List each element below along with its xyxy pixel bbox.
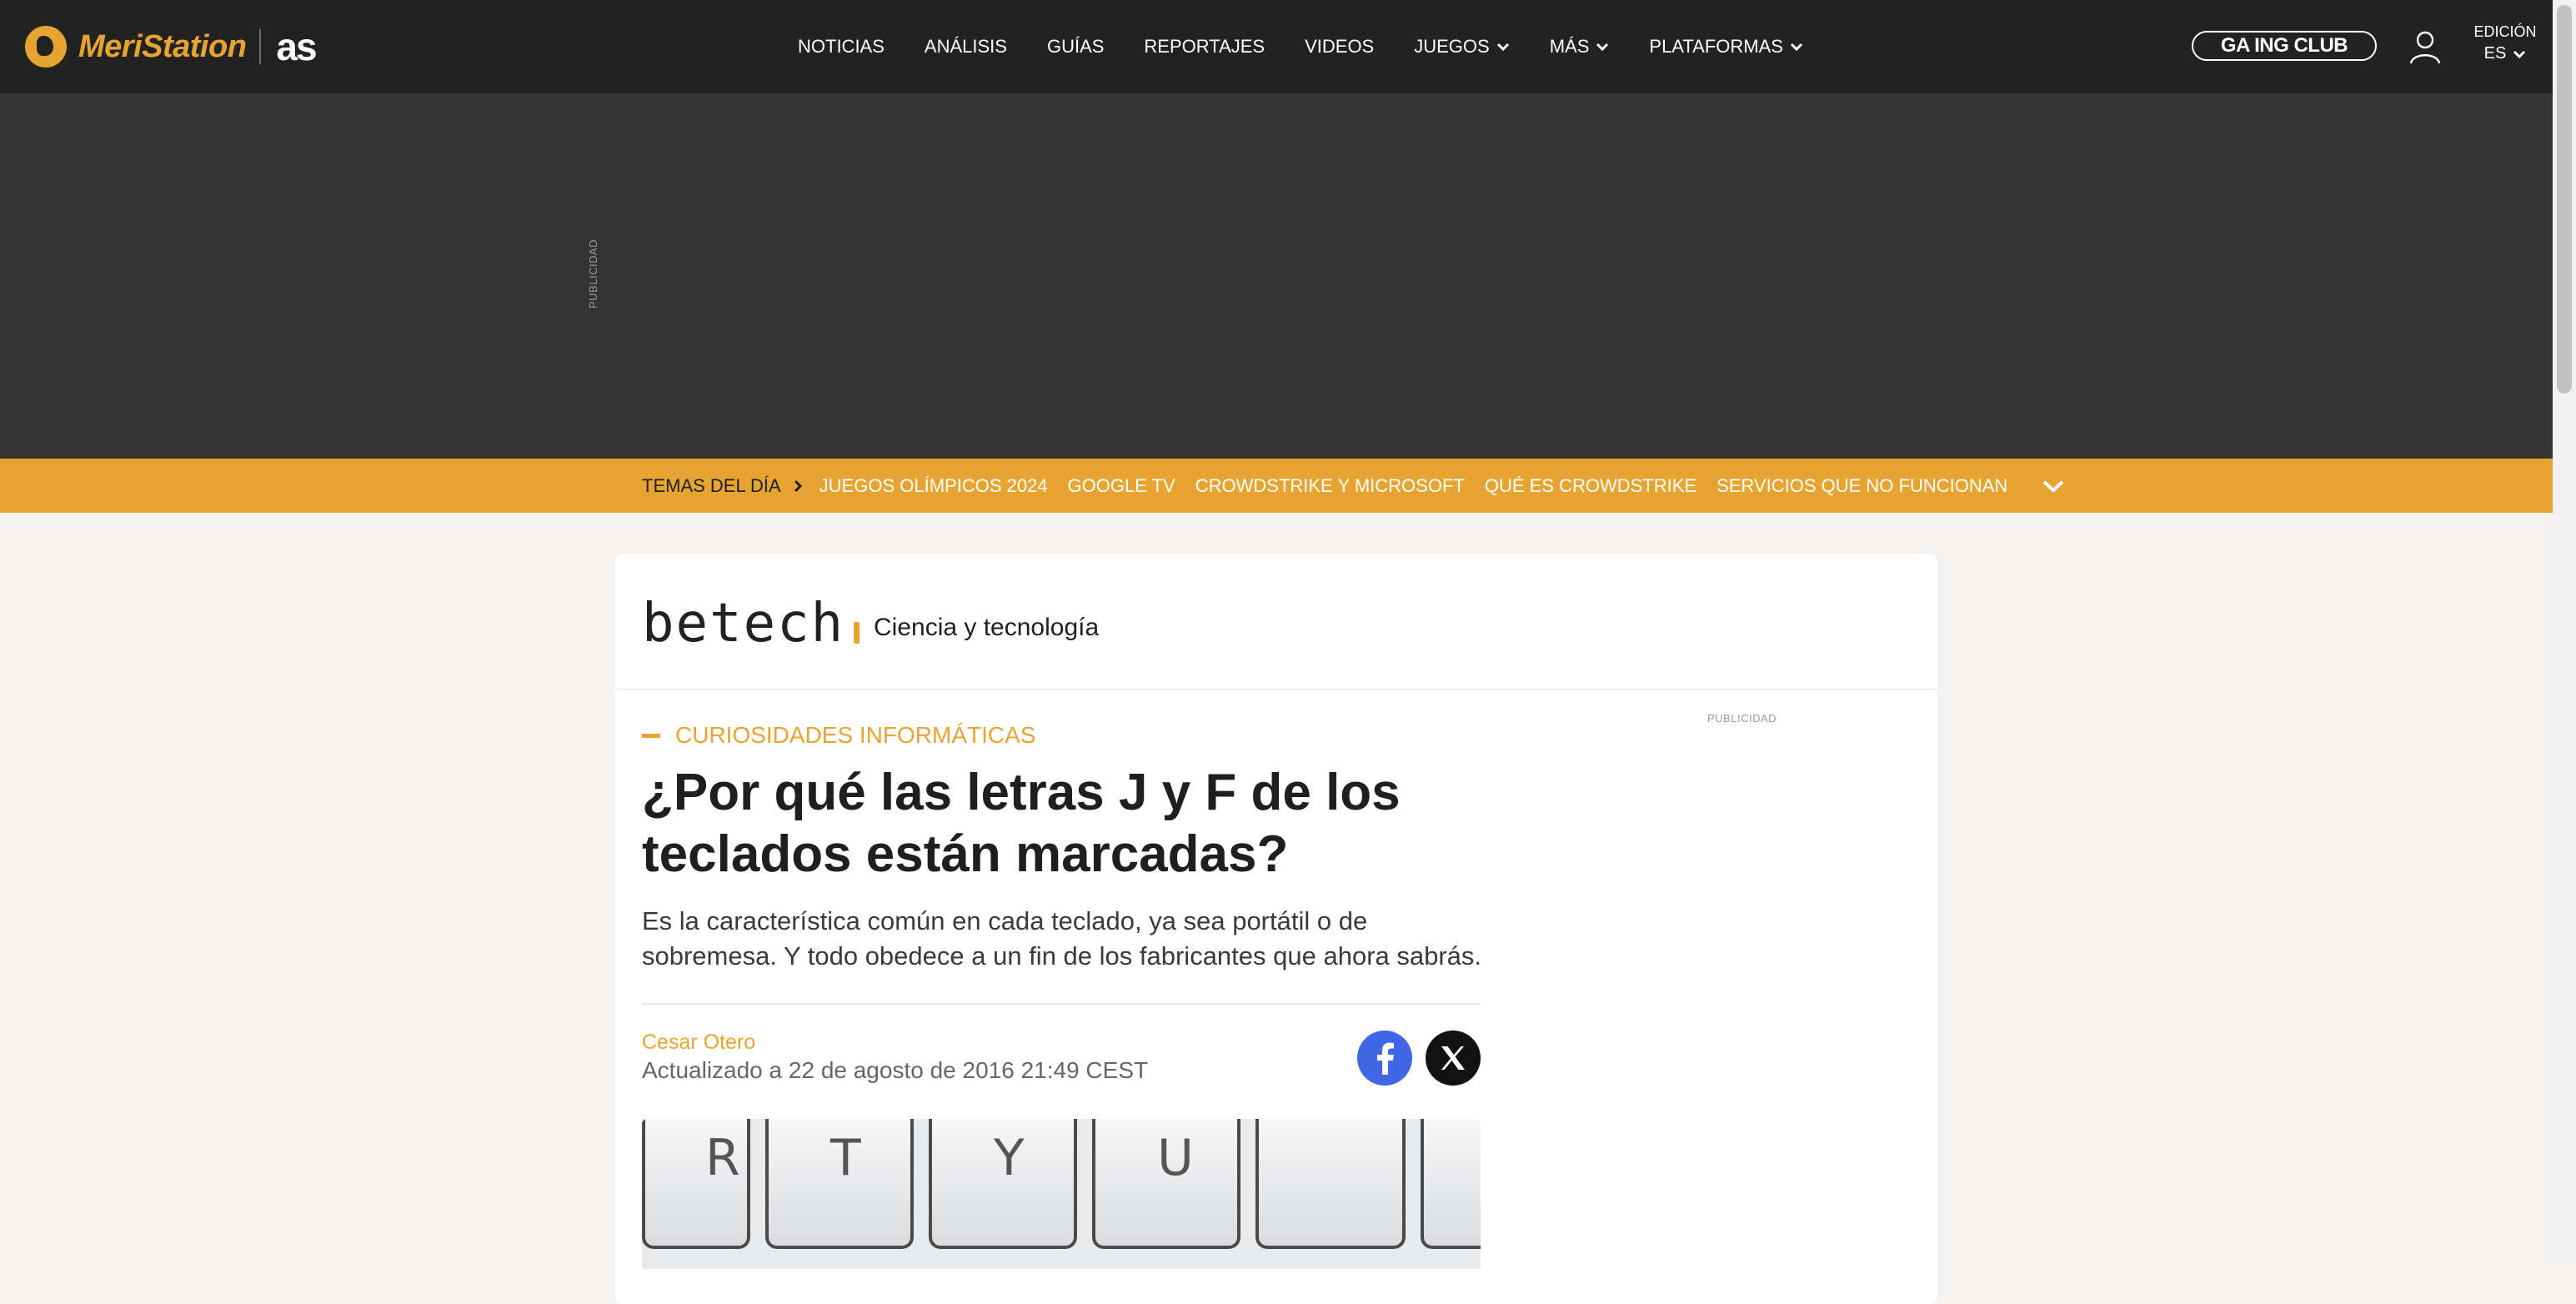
nav-label: PLATAFORMAS <box>1649 36 1783 57</box>
article-title: ¿Por qué las letras J y F de los teclado… <box>642 764 1401 883</box>
topic-link[interactable]: QUÉ ES CROWDSTRIKE <box>1485 475 1696 497</box>
updated-timestamp: Actualizado a 22 de agosto de 2016 21:49… <box>642 1057 1149 1083</box>
ad-label: PUBLICIDAD <box>587 238 599 308</box>
user-icon[interactable] <box>2407 28 2443 65</box>
nav-label: GUÍAS <box>1046 36 1105 57</box>
nav-label: NOTICIAS <box>798 36 885 57</box>
nav-juegos[interactable]: JUEGOS <box>1414 36 1509 58</box>
x-icon <box>1441 1046 1465 1070</box>
keyboard-key <box>1421 1119 1481 1249</box>
nav-noticias[interactable]: NOTICIAS <box>798 36 885 58</box>
main-nav: NOTICIAS ANÁLISIS GUÍAS REPORTAJES VIDEO… <box>798 0 1803 93</box>
logo-text: MeriStation <box>78 28 247 64</box>
author-link[interactable]: Cesar Otero <box>642 1031 755 1055</box>
nav-analisis[interactable]: ANÁLISIS <box>925 36 1007 58</box>
keyboard-key: R <box>642 1119 750 1249</box>
page-scrollbar[interactable] <box>2553 0 2576 1263</box>
article-kicker[interactable]: CURIOSIDADES INFORMÁTICAS <box>642 722 1035 749</box>
topic-link[interactable]: JUEGOS OLÍMPICOS 2024 <box>819 475 1048 497</box>
nav-videos[interactable]: VIDEOS <box>1305 36 1374 58</box>
nav-plataformas[interactable]: PLATAFORMAS <box>1649 36 1803 58</box>
gaming-club-label: GA ING CLUB <box>2220 34 2348 57</box>
topic-link[interactable]: GOOGLE TV <box>1068 475 1175 497</box>
chevron-down-icon <box>2513 50 2526 58</box>
kicker-text: CURIOSIDADES INFORMÁTICAS <box>675 722 1036 748</box>
keyboard-key <box>1255 1119 1406 1249</box>
betech-logo[interactable]: betech <box>642 597 844 650</box>
topic-link[interactable]: CROWDSTRIKE Y MICROSOFT <box>1195 475 1465 497</box>
nav-label: VIDEOS <box>1305 36 1375 57</box>
as-logo[interactable]: as <box>276 24 317 69</box>
nav-reportajes[interactable]: REPORTAJES <box>1144 36 1265 58</box>
kicker-dash <box>642 733 660 738</box>
facebook-share-button[interactable] <box>1357 1031 1412 1086</box>
chevron-down-icon <box>1790 43 1802 52</box>
facebook-icon <box>1377 1042 1394 1075</box>
section-subtitle: Ciencia y tecnología <box>874 614 1100 641</box>
chevron-down-icon[interactable] <box>2041 478 2066 494</box>
article-subtitle: Es la característica común en cada tecla… <box>642 906 1482 970</box>
chevron-right-icon <box>794 479 802 492</box>
nav-guias[interactable]: GUÍAS <box>1047 36 1104 58</box>
site-logo[interactable]: MeriStation as <box>25 23 318 70</box>
x-share-button[interactable] <box>1426 1031 1481 1086</box>
article-card: betech Ciencia y tecnología CURIOSIDADES… <box>615 554 1937 1304</box>
side-ad-label: PUBLICIDAD <box>1707 712 1777 725</box>
divider <box>642 1003 1481 1005</box>
nav-mas[interactable]: MÁS <box>1550 36 1610 58</box>
nav-label: ANÁLISIS <box>924 36 1007 57</box>
topic-link[interactable]: SERVICIOS QUE NO FUNCIONAN <box>1716 475 2007 497</box>
chevron-down-icon <box>1596 43 1609 52</box>
meristation-logo-icon <box>25 26 67 68</box>
top-ad-banner <box>0 93 2553 459</box>
gaming-club-button[interactable]: GA ING CLUB <box>2192 31 2377 61</box>
keyboard-key: T <box>765 1119 914 1249</box>
topics-bar: TEMAS DEL DÍA JUEGOS OLÍMPICOS 2024 GOOG… <box>0 459 2553 513</box>
top-navigation-bar: MeriStation as NOTICIAS ANÁLISIS GUÍAS R… <box>0 0 2553 93</box>
section-accent-bar <box>854 622 860 644</box>
nav-label: JUEGOS <box>1414 36 1490 57</box>
chevron-down-icon <box>1496 43 1509 52</box>
article-image: R T Y U <box>642 1119 1481 1269</box>
keyboard-key: Y <box>929 1119 1077 1249</box>
section-header: betech Ciencia y tecnología <box>615 554 1937 690</box>
nav-label: MÁS <box>1549 36 1590 57</box>
scrollbar-thumb[interactable] <box>2557 5 2572 394</box>
edition-label: EDICIÓN <box>2473 23 2537 40</box>
logo-divider <box>259 29 262 64</box>
nav-label: REPORTAJES <box>1144 36 1265 57</box>
keyboard-key: U <box>1092 1119 1240 1249</box>
edition-selector[interactable]: EDICIÓN ES <box>2473 23 2538 63</box>
edition-value: ES <box>2483 44 2507 63</box>
topics-heading: TEMAS DEL DÍA <box>642 474 781 496</box>
